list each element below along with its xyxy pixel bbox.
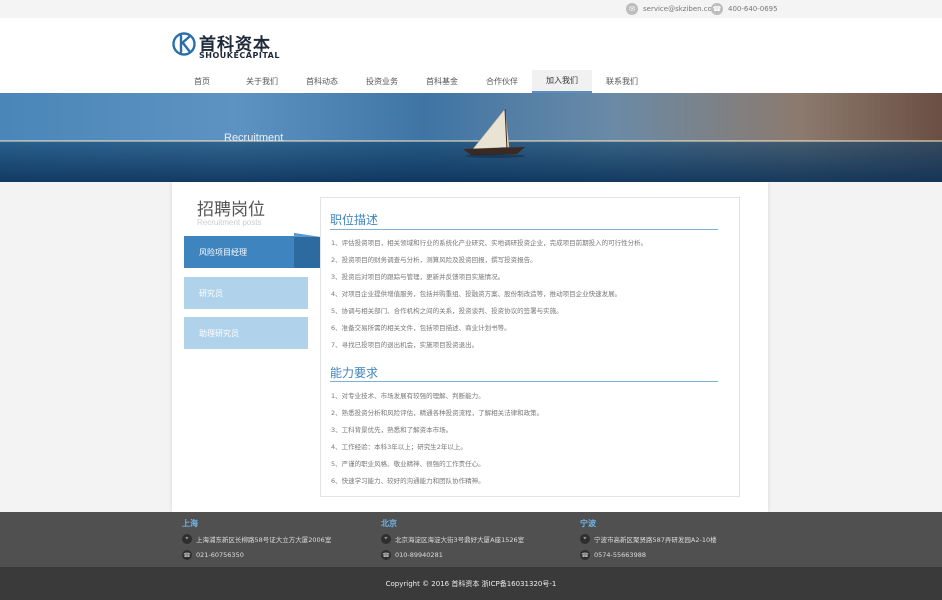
top-email[interactable]: ✉ service@skziben.com xyxy=(626,2,719,16)
footer: 上海 ⌖ 上海浦东新区长柳路58号证大立方大厦2006室 ☎ 021-60756350 北… xyxy=(0,512,942,567)
nav-item[interactable]: 合作伙伴 xyxy=(472,70,532,93)
list-item: 3、投资后对项目的跟踪与管理，更新并反馈项目实施情况。 xyxy=(331,273,505,281)
top-phone-text: 400-640-0695 xyxy=(728,5,778,13)
banner-title: Recruitment xyxy=(224,132,284,144)
sidebar-title: 招聘岗位 xyxy=(197,200,265,220)
list-item: 1、评估投资项目，相关领域和行业的系统化产业研究、实地调研投资企业，完成项目前期… xyxy=(331,239,648,247)
section-title-description: 职位描述 xyxy=(330,213,379,227)
phone-icon: ☎ xyxy=(711,3,723,15)
banner: Recruitment xyxy=(0,93,942,182)
nav-item[interactable]: 加入我们 xyxy=(532,70,592,93)
list-item: 1、对专业技术、市场发展有较强的理解、判断能力。 xyxy=(331,392,485,400)
logo[interactable]: 首科资本 SHOUKECAPITAL xyxy=(172,30,282,64)
nav-item[interactable]: 首科动态 xyxy=(292,70,352,93)
nav-item[interactable]: 首科基金 xyxy=(412,70,472,93)
main-nav: 首页 关于我们 首科动态 投资业务 首科基金 合作伙伴 加入我们 联系我们 xyxy=(172,70,652,93)
location-pin-icon: ⌖ xyxy=(182,534,192,544)
section-divider xyxy=(330,229,718,230)
list-item: 4、工作经验：本科3年以上；研究生2年以上。 xyxy=(331,443,467,451)
office-address: ⌖ 宁波市高新区聚贤路587弄研发园A2-10楼 xyxy=(580,534,717,544)
phone-icon: ☎ xyxy=(381,550,391,560)
sidebar-item-position[interactable]: 风险项目经理 xyxy=(184,236,294,268)
sidebar-item-position[interactable]: 研究员 xyxy=(184,277,308,309)
nav-item[interactable]: 关于我们 xyxy=(232,70,292,93)
location-pin-icon: ⌖ xyxy=(580,534,590,544)
nav-item[interactable]: 首页 xyxy=(172,70,232,93)
phone-icon: ☎ xyxy=(182,550,192,560)
list-item: 7、寻找已投项目的退出机会，实施项目投资退出。 xyxy=(331,341,479,349)
sidebar-subtitle: Recruitment posts xyxy=(197,218,262,227)
office-phone: ☎ 021-60756350 xyxy=(182,550,244,560)
active-tab-fold xyxy=(294,233,320,268)
nav-item[interactable]: 投资业务 xyxy=(352,70,412,93)
office-phone: ☎ 010-89940281 xyxy=(381,550,443,560)
list-item: 6、快速学习能力、较好的沟通能力和团队协作精神。 xyxy=(331,477,485,485)
top-email-text: service@skziben.com xyxy=(643,5,719,13)
sidebar-item-position[interactable]: 助理研究员 xyxy=(184,317,308,349)
section-divider xyxy=(330,381,718,382)
office-address-text: 宁波市高新区聚贤路587弄研发园A2-10楼 xyxy=(594,536,717,544)
list-item: 3、工科背景优先，熟悉和了解资本市场。 xyxy=(331,426,453,434)
office-phone: ☎ 0574-55663988 xyxy=(580,550,646,560)
header: 首科资本 SHOUKECAPITAL 首页 关于我们 首科动态 投资业务 首科基金 合作伙… xyxy=(0,18,942,93)
office-city: 北京 xyxy=(381,519,397,528)
list-item: 2、投资项目的财务调查与分析，测算风险及投资回报，撰写投资报告。 xyxy=(331,256,537,264)
list-item: 2、熟悉投资分析和风险评估，精通各种投资流程，了解相关法律和政策。 xyxy=(331,409,544,417)
office-phone-text: 0574-55663988 xyxy=(594,551,646,559)
mail-icon: ✉ xyxy=(626,3,638,15)
location-pin-icon: ⌖ xyxy=(381,534,391,544)
logo-text-en: SHOUKECAPITAL xyxy=(199,51,280,60)
list-item: 6、准备交易所需的相关文件，包括项目描述、商业计划书等。 xyxy=(331,324,511,332)
nav-item[interactable]: 联系我们 xyxy=(592,70,652,93)
office-address: ⌖ 北京海淀区海淀大街3号鼎好大厦A座1526室 xyxy=(381,534,524,544)
office-address: ⌖ 上海浦东新区长柳路58号证大立方大厦2006室 xyxy=(182,534,331,544)
office-city: 宁波 xyxy=(580,519,596,528)
sailboat-icon xyxy=(463,108,525,158)
office-phone-text: 021-60756350 xyxy=(196,551,244,559)
list-item: 4、对项目企业提供增值服务，包括并购重组、投融资方案、股份制改造等，推动项目企业… xyxy=(331,290,622,298)
top-contact-bar: ✉ service@skziben.com ☎ 400-640-0695 xyxy=(0,0,942,18)
office-address-text: 北京海淀区海淀大街3号鼎好大厦A座1526室 xyxy=(395,536,525,544)
phone-icon: ☎ xyxy=(580,550,590,560)
list-item: 5、协调与相关部门、合作机构之间的关系，投资谈判、投资协议的签署与实施。 xyxy=(331,307,563,315)
office-address-text: 上海浦东新区长柳路58号证大立方大厦2006室 xyxy=(196,536,332,544)
office-phone-text: 010-89940281 xyxy=(395,551,443,559)
logo-mark-icon xyxy=(172,32,196,56)
section-title-requirements: 能力要求 xyxy=(330,366,379,380)
copyright: Copyright © 2016 首科资本 浙ICP备16031320号-1 xyxy=(0,567,942,600)
list-item: 5、严谨的职业风格、敬业精神、很强的工作责任心。 xyxy=(331,460,485,468)
office-city: 上海 xyxy=(182,519,198,528)
top-phone: ☎ 400-640-0695 xyxy=(711,2,778,16)
